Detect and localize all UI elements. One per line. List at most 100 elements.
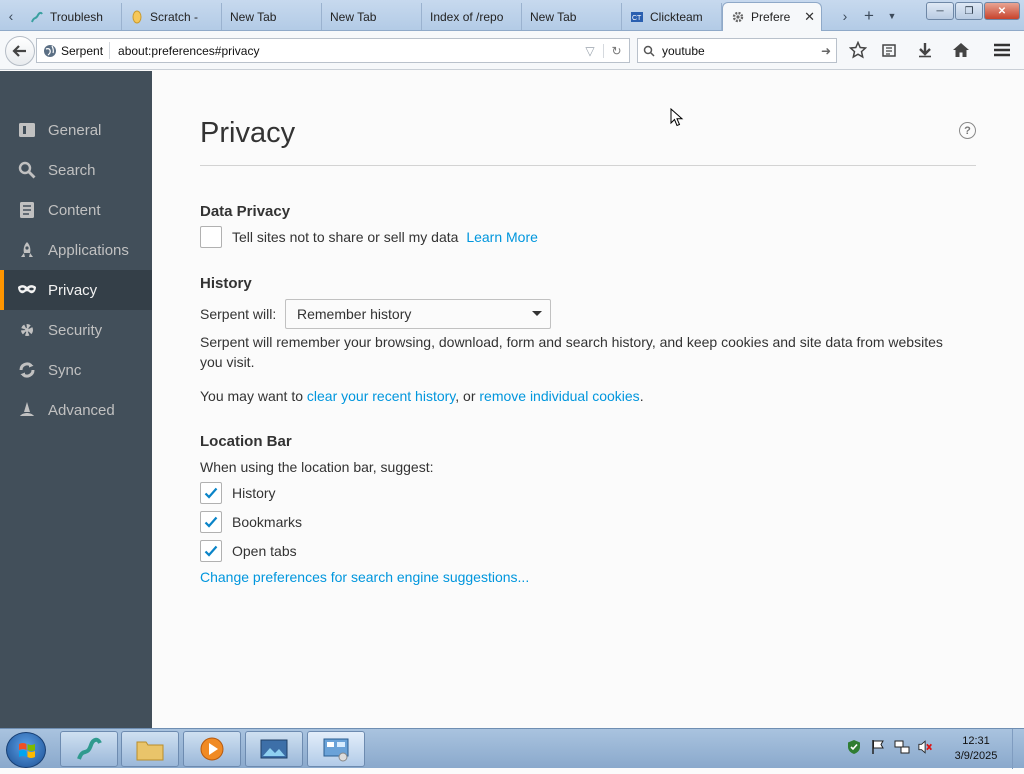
home-icon[interactable] (949, 39, 973, 61)
search-input[interactable]: youtube (660, 44, 816, 58)
taskbar-file-explorer[interactable] (121, 731, 179, 767)
tab-strip: ‹ Troublesh Scratch - New Tab New Tab In… (0, 0, 1024, 31)
tab-label: Prefere (751, 10, 791, 24)
url-bar[interactable]: Serpent about:preferences#privacy ▽ ↻ (36, 38, 630, 63)
sidebar-item-advanced[interactable]: Advanced (0, 390, 152, 430)
close-window-button[interactable]: ✕ (984, 2, 1020, 20)
gear-icon (732, 11, 744, 23)
sidebar-item-search[interactable]: Search (0, 150, 152, 190)
history-links-row: You may want to clear your recent histor… (200, 388, 644, 404)
network-icon[interactable] (894, 739, 910, 755)
tab-preferences[interactable]: Prefere ✕ (722, 2, 822, 31)
history-mode-select[interactable]: Remember history (285, 299, 551, 329)
control-panel-icon (323, 738, 349, 762)
tab-index-of-repo[interactable]: Index of /repo (422, 3, 522, 30)
bookmarks-menu-icon[interactable] (877, 39, 901, 61)
search-bar[interactable]: youtube ➜ (637, 38, 837, 63)
search-icon[interactable] (638, 45, 660, 57)
reload-icon[interactable]: ↻ (603, 43, 629, 58)
security-shield-tray-icon[interactable] (846, 739, 862, 755)
tab-clickteam[interactable]: CT Clickteam (622, 3, 722, 30)
general-icon (17, 120, 37, 140)
suggest-open-tabs-label: Open tabs (232, 543, 297, 559)
tab-new-tab[interactable]: New Tab (322, 3, 422, 30)
taskbar-image-viewer[interactable] (245, 731, 303, 767)
sidebar-item-privacy[interactable]: Privacy (0, 270, 152, 310)
site-identity-button[interactable]: Serpent (37, 42, 111, 59)
svg-text:CT: CT (632, 15, 642, 22)
sidebar-item-label: Privacy (48, 281, 98, 299)
taskbar-media-player[interactable] (183, 731, 241, 767)
start-button[interactable] (6, 732, 46, 768)
checkmark-icon (204, 487, 218, 499)
sidebar-item-applications[interactable]: Applications (0, 230, 152, 270)
globe-icon (44, 44, 56, 57)
sidebar-item-label: Advanced (48, 401, 115, 419)
image-viewer-icon (260, 739, 288, 759)
clickteam-icon: CT (631, 11, 643, 22)
show-desktop-button[interactable] (1012, 729, 1024, 769)
sidebar-item-general[interactable]: General (0, 110, 152, 150)
page-title: Privacy (200, 117, 296, 149)
windows-logo-icon (19, 743, 35, 758)
suggest-history-label: History (232, 485, 276, 501)
help-icon[interactable]: ? (959, 122, 976, 139)
data-privacy-heading: Data Privacy (200, 203, 291, 220)
url-text[interactable]: about:preferences#privacy (110, 44, 577, 58)
search-go-icon[interactable]: ➜ (816, 44, 836, 58)
taskbar-control-panel[interactable] (307, 731, 365, 767)
search-suggestions-preferences-link[interactable]: Change preferences for search engine sug… (200, 569, 529, 585)
hamburger-menu-icon[interactable] (990, 39, 1014, 61)
suggest-open-tabs-checkbox[interactable] (200, 540, 222, 562)
suggest-history-checkbox[interactable] (200, 482, 222, 504)
remove-individual-cookies-link[interactable]: remove individual cookies (479, 388, 639, 404)
tab-label: New Tab (230, 9, 277, 24)
checkmark-icon (204, 516, 218, 528)
list-all-tabs-button[interactable]: ▼ (883, 4, 901, 28)
history-description: Serpent will remember your browsing, dow… (200, 334, 943, 370)
privacy-mask-icon (17, 280, 37, 300)
bookmark-star-icon[interactable] (846, 39, 870, 61)
do-not-sell-checkbox[interactable] (200, 226, 222, 248)
identity-label: Serpent (61, 43, 104, 58)
sidebar-item-security[interactable]: Security (0, 310, 152, 350)
close-tab-icon[interactable]: ✕ (796, 9, 815, 25)
system-clock[interactable]: 12:31 3/9/2025 (946, 734, 1006, 764)
sidebar-item-sync[interactable]: Sync (0, 350, 152, 390)
content-icon (17, 200, 37, 220)
tab-label: New Tab (330, 9, 377, 24)
do-not-sell-label: Tell sites not to share or sell my data (232, 229, 459, 245)
back-button[interactable] (5, 36, 35, 66)
sidebar-item-label: General (48, 121, 102, 139)
history-mode-value: Remember history (297, 306, 412, 322)
sidebar-item-label: Applications (48, 241, 129, 259)
maximize-button[interactable]: ❐ (955, 2, 983, 20)
scroll-tabs-left-button[interactable]: ‹ (2, 4, 20, 28)
taskbar: 12:31 3/9/2025 (0, 728, 1024, 769)
suggest-bookmarks-checkbox[interactable] (200, 511, 222, 533)
history-mode-label: Serpent will: (200, 306, 277, 322)
history-links-period: . (639, 388, 644, 404)
tab-new-tab[interactable]: New Tab (222, 3, 322, 30)
sidebar-item-content[interactable]: Content (0, 190, 152, 230)
tab-troubleshooting[interactable]: Troublesh (22, 3, 122, 30)
serpent-icon (31, 11, 43, 22)
clock-time: 12:31 (962, 735, 990, 747)
scratch-icon (132, 10, 142, 23)
taskbar-serpent-browser[interactable] (60, 731, 118, 767)
navigation-toolbar: Serpent about:preferences#privacy ▽ ↻ yo… (0, 31, 1024, 70)
clear-recent-history-link[interactable]: clear your recent history (307, 388, 455, 404)
history-dropdown-icon[interactable]: ▽ (577, 44, 603, 58)
scroll-tabs-right-button[interactable]: › (836, 4, 854, 28)
volume-muted-icon[interactable] (918, 739, 934, 755)
tab-new-tab[interactable]: New Tab (522, 3, 622, 30)
minimize-button[interactable]: ─ (926, 2, 954, 20)
tab-label: Index of /repo (430, 9, 504, 24)
new-tab-button[interactable]: + (860, 4, 878, 28)
folder-icon (136, 741, 164, 761)
tab-scratch[interactable]: Scratch - (122, 3, 222, 30)
sidebar-item-label: Search (48, 161, 96, 179)
downloads-icon[interactable] (913, 39, 937, 61)
learn-more-link[interactable]: Learn More (466, 229, 538, 245)
action-center-flag-icon[interactable] (870, 739, 886, 755)
